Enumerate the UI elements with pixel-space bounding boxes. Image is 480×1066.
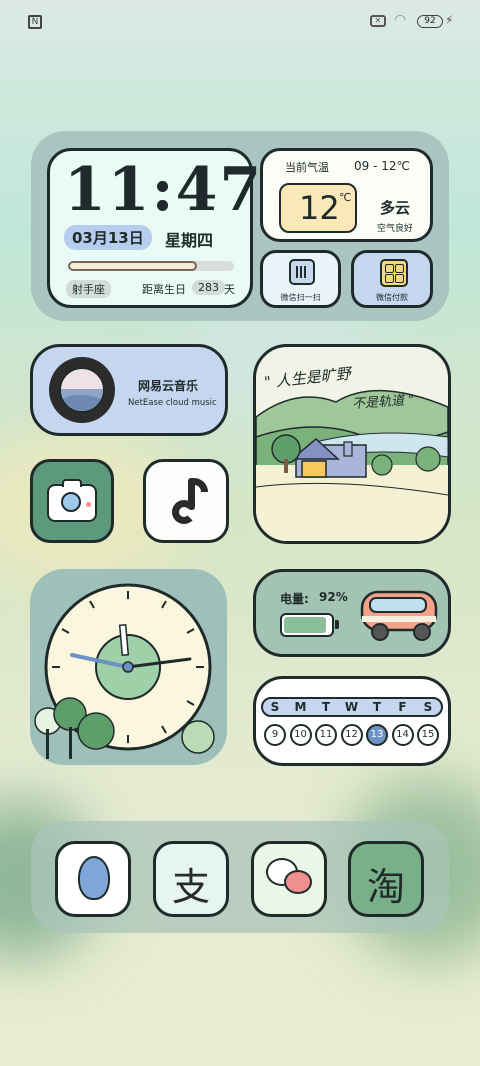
calendar-weekday: T (321, 700, 331, 714)
charging-icon: ⚡ (445, 13, 454, 27)
taobao-app-icon[interactable]: 淘 (348, 841, 424, 917)
wifi-icon: ◠ (394, 12, 407, 28)
vinyl-record-icon (49, 357, 115, 423)
calendar-day[interactable]: 15 (417, 724, 439, 746)
weather-range: 09 - 12℃ (354, 159, 410, 173)
calendar-weekday: F (398, 700, 407, 714)
temperature-value: 12 (299, 189, 340, 227)
wechat-scan-button[interactable]: 微信扫一扫 (260, 250, 341, 308)
calendar-weekday: S (423, 700, 433, 714)
year-progress-bar (68, 261, 234, 271)
calendar-weekday: T (372, 700, 382, 714)
battery-label: 电量: (280, 592, 309, 606)
alipay-icon: 支 (171, 865, 210, 909)
date-text: 03月13日 (72, 229, 144, 247)
calendar-weekday: W (344, 700, 359, 714)
qq-penguin-icon (78, 856, 110, 900)
pay-qr-icon (380, 259, 408, 287)
music-subtitle: NetEase cloud music (128, 398, 217, 408)
calendar-weekday: M (294, 700, 307, 714)
birthday-days: 283 (192, 280, 225, 295)
qq-app-icon[interactable] (55, 841, 131, 917)
calendar-widget[interactable] (253, 676, 451, 766)
battery-widget[interactable]: 电量: 92% (253, 569, 451, 657)
tiktok-icon (168, 476, 212, 530)
temperature-box: 12 ℃ (279, 183, 357, 233)
weekday-text: 星期四 (165, 231, 214, 250)
year-progress-fill (68, 261, 198, 271)
clock-widget[interactable]: 11:47 03月13日 星期四 射手座 距离生日 283 天 (47, 148, 261, 308)
status-bar: N ✕ ◠ 92 ⚡ (0, 0, 480, 44)
scan-icon (289, 259, 315, 285)
wechat-pay-label: 微信付款 (376, 293, 408, 302)
van-icon (360, 590, 438, 641)
weather-widget[interactable]: 当前气温 09 - 12℃ 12 ℃ 多云 空气良好 (260, 148, 433, 242)
weather-label: 当前气温 (285, 161, 329, 174)
battery-indicator: 92 (417, 15, 443, 28)
nfc-icon: N (28, 15, 42, 29)
calendar-day[interactable]: 9 (264, 724, 286, 746)
birthday-unit: 天 (224, 283, 235, 296)
air-quality: 空气良好 (377, 224, 414, 234)
wechat-pay-button[interactable]: 微信付款 (351, 250, 433, 308)
wechat-app-icon[interactable] (251, 841, 327, 917)
temperature-unit: ℃ (339, 191, 352, 204)
music-title: 网易云音乐 (138, 379, 199, 393)
taobao-icon: 淘 (366, 865, 405, 909)
battery-value: 92% (319, 590, 348, 604)
zodiac-badge: 射手座 (66, 280, 111, 298)
calendar-day[interactable]: 12 (340, 724, 363, 746)
music-widget[interactable]: 网易云音乐 NetEase cloud music (30, 344, 228, 436)
calendar-day[interactable]: 10 (289, 724, 312, 746)
wechat-scan-label: 微信扫一扫 (280, 293, 321, 302)
camera-app-icon[interactable] (30, 459, 114, 543)
battery-level-icon (280, 613, 339, 637)
clock-face (34, 583, 215, 759)
clock-time: 11:47 (64, 155, 264, 225)
calendar-day[interactable]: 14 (391, 724, 414, 746)
alipay-app-icon[interactable]: 支 (153, 841, 229, 917)
birthday-label: 距离生日 (142, 283, 186, 296)
analog-clock-widget[interactable] (30, 569, 227, 765)
tiktok-app-icon[interactable] (143, 459, 229, 543)
calendar-weekday: S (270, 700, 280, 714)
photo-widget[interactable]: " 人生是旷野 不是轨道 " (253, 344, 451, 544)
date-pill: 03月13日 (64, 225, 152, 250)
calendar-day-today[interactable]: 13 (366, 724, 388, 746)
calendar-day[interactable]: 11 (315, 724, 337, 746)
weather-condition: 多云 (380, 199, 411, 217)
camera-icon (47, 479, 97, 522)
sim-off-icon: ✕ (370, 15, 386, 27)
